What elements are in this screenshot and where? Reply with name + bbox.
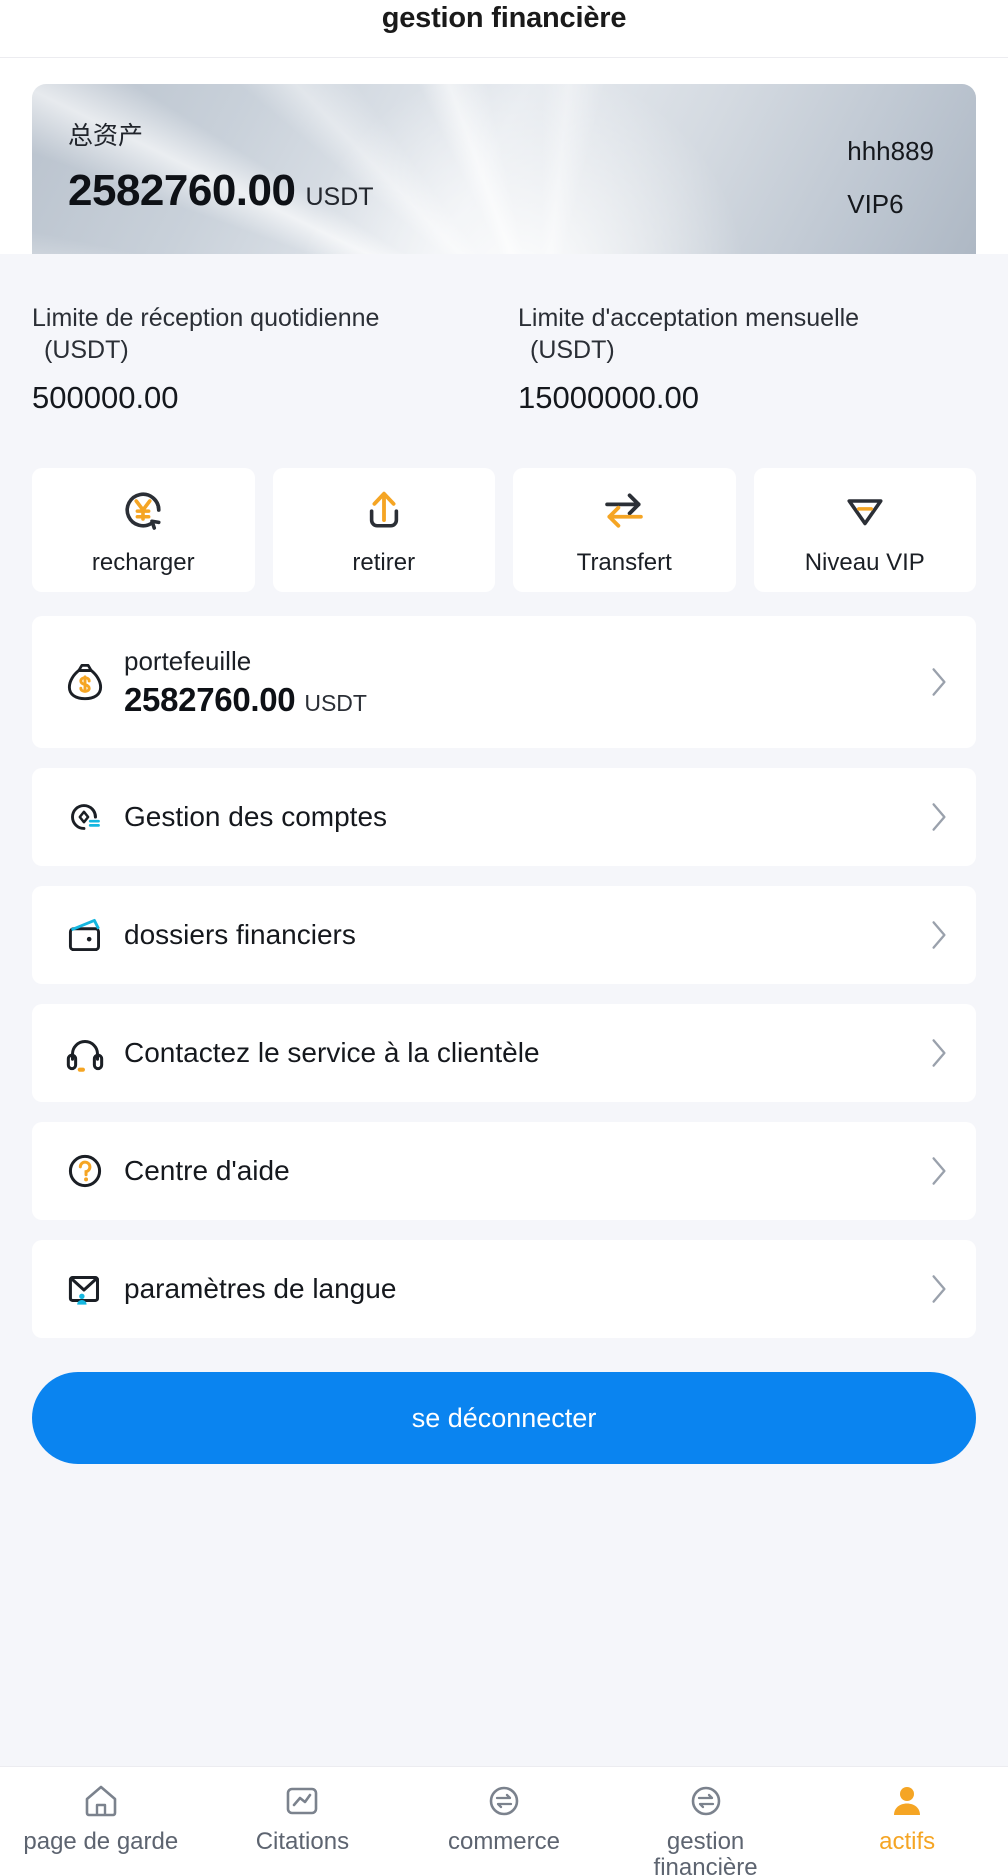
monthly-limit-title: Limite d'acceptation mensuelle xyxy=(518,304,860,332)
wallet-title: portefeuille xyxy=(124,645,252,676)
daily-limit-unit: (USDT) xyxy=(44,336,129,364)
total-assets-currency: USDT xyxy=(305,183,374,211)
action-vip-level-label: Niveau VIP xyxy=(804,549,925,576)
user-assets-icon xyxy=(894,1787,921,1815)
tab-home-label: page de garde xyxy=(23,1828,179,1855)
bottom-navigation: page de garde Citations commerce gestion… xyxy=(0,1766,1008,1876)
home-icon xyxy=(85,1785,117,1817)
tab-home[interactable]: page de garde xyxy=(0,1779,202,1855)
action-recharge-label: recharger xyxy=(91,549,195,576)
chevron-right-icon xyxy=(932,921,946,949)
vip-diamond-icon xyxy=(847,499,883,526)
tab-finance-label: gestion financière xyxy=(653,1828,758,1876)
tab-quotes[interactable]: Citations xyxy=(202,1779,404,1855)
action-withdraw-label: retirer xyxy=(352,549,416,576)
menu-item-customer-service-label: Contactez le service à la clientèle xyxy=(124,1037,540,1068)
finance-swap-icon xyxy=(691,1786,720,1816)
menu-item-help-center-label: Centre d'aide xyxy=(124,1155,290,1186)
username-label: hhh889 xyxy=(847,136,934,166)
monthly-limit-value: 15000000.00 xyxy=(518,380,700,415)
main-content: Limite de réception quotidienne (USDT) 5… xyxy=(0,254,1008,1766)
envelope-language-icon xyxy=(68,1276,100,1305)
monthly-limit-unit: (USDT) xyxy=(530,336,615,364)
chart-quotes-icon xyxy=(287,1787,318,1815)
tab-assets[interactable]: actifs xyxy=(806,1779,1008,1855)
account-management-icon xyxy=(71,804,100,830)
daily-limit-block: Limite de réception quotidienne (USDT) 5… xyxy=(32,302,504,416)
transfer-arrows-icon xyxy=(605,493,644,528)
menu-item-help-center[interactable]: Centre d'aide xyxy=(32,1122,976,1220)
action-transfer[interactable]: Transfert xyxy=(513,468,736,592)
vip-level-label: VIP6 xyxy=(847,189,904,219)
total-balance-card: 总资产 2582760.00 USDT hhh889 VIP6 xyxy=(32,84,976,254)
chevron-right-icon xyxy=(932,1157,946,1185)
menu-item-language-settings[interactable]: paramètres de langue xyxy=(32,1240,976,1338)
daily-limit-value: 500000.00 xyxy=(32,380,179,415)
money-bag-icon xyxy=(67,663,103,701)
tab-quotes-label: Citations xyxy=(255,1828,350,1855)
logout-button[interactable]: se déconnecter xyxy=(32,1372,976,1464)
menu-item-language-settings-label: paramètres de langue xyxy=(124,1273,397,1304)
menu-item-customer-service[interactable]: Contactez le service à la clientèle xyxy=(32,1004,976,1102)
menu-item-financial-records[interactable]: dossiers financiers xyxy=(32,886,976,984)
wallet-records-icon xyxy=(68,918,100,952)
action-recharge[interactable]: recharger xyxy=(32,468,255,592)
limits-section: Limite de réception quotidienne (USDT) 5… xyxy=(32,254,976,416)
total-assets-amount: 2582760.00 xyxy=(68,166,296,215)
action-transfer-label: Transfert xyxy=(576,549,672,576)
quick-actions-row: recharger retirer Transfert Niveau VIP xyxy=(32,468,976,592)
app-screen: gestion financière 总资产 2582760.00 USDT h… xyxy=(0,0,1008,1876)
hero-section: 总资产 2582760.00 USDT hhh889 VIP6 xyxy=(0,58,1008,254)
wallet-currency: USDT xyxy=(304,689,367,716)
withdraw-upload-icon xyxy=(369,491,398,528)
menu-item-account-management-label: Gestion des comptes xyxy=(124,801,388,832)
tab-trade[interactable]: commerce xyxy=(403,1779,605,1855)
tab-finance[interactable]: gestion financière xyxy=(605,1779,807,1876)
total-assets-label: 总资产 xyxy=(68,122,144,150)
chevron-right-icon xyxy=(932,1275,946,1303)
trade-swap-icon xyxy=(489,1786,519,1816)
monthly-limit-block: Limite d'acceptation mensuelle (USDT) 15… xyxy=(504,302,976,416)
action-vip-level[interactable]: Niveau VIP xyxy=(753,468,976,592)
question-help-icon xyxy=(68,1154,102,1188)
wallet-card[interactable]: portefeuille 2582760.00 USDT xyxy=(32,616,976,748)
menu-item-financial-records-label: dossiers financiers xyxy=(124,919,356,950)
chevron-right-icon xyxy=(932,803,946,831)
recharge-yen-icon xyxy=(125,492,161,530)
page-title: gestion financière xyxy=(381,2,627,34)
chevron-right-icon xyxy=(932,668,946,696)
daily-limit-title: Limite de réception quotidienne xyxy=(32,304,380,332)
tab-assets-label: actifs xyxy=(879,1828,936,1855)
wallet-amount: 2582760.00 xyxy=(124,680,296,718)
chevron-right-icon xyxy=(932,1039,946,1067)
app-header: gestion financière xyxy=(0,0,1008,58)
headset-support-icon xyxy=(66,1040,104,1072)
action-withdraw[interactable]: retirer xyxy=(272,468,495,592)
menu-item-account-management[interactable]: Gestion des comptes xyxy=(32,768,976,866)
tab-trade-label: commerce xyxy=(447,1828,560,1855)
